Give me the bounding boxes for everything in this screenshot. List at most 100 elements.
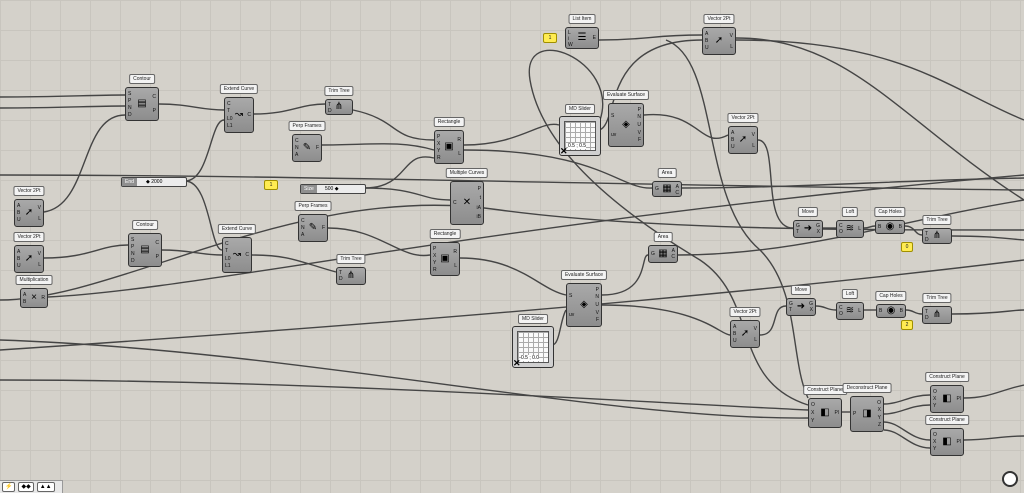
input-port[interactable]: S (131, 237, 135, 243)
input-port[interactable]: A (17, 203, 21, 209)
status-item[interactable]: ◆◆ (18, 482, 34, 492)
construct-plane-component[interactable]: Construct Plane O X Y ◧ Pl (803, 385, 847, 428)
construct-plane-component[interactable]: Construct Plane O X Y ◧ Pl (925, 415, 969, 456)
output-port[interactable]: C (245, 252, 249, 258)
output-port[interactable]: C (155, 240, 159, 246)
input-port[interactable]: C (453, 200, 457, 206)
input-port[interactable]: P (128, 98, 132, 104)
contour-component[interactable]: Contour S P N D ▤ C P (128, 220, 162, 267)
wire[interactable] (735, 37, 1024, 201)
input-port[interactable]: G (651, 251, 655, 257)
input-port[interactable]: B (705, 38, 709, 44)
input-port[interactable]: T (227, 108, 233, 114)
output-port[interactable]: L (754, 337, 757, 343)
input-port[interactable]: uv (611, 132, 616, 138)
contour-component[interactable]: Contour S P N D ▤ C P (125, 74, 159, 121)
wire[interactable] (184, 180, 223, 251)
output-port[interactable]: L (858, 226, 861, 232)
vector-2pt-component[interactable]: Vector 2Pt A B U ➚ V L (702, 14, 736, 55)
panel-trim-depth[interactable]: 2 (901, 320, 913, 330)
number-slider-size[interactable]: Size 500 ◆ (300, 184, 366, 194)
output-port[interactable]: B (899, 224, 902, 230)
input-port[interactable]: N (128, 105, 132, 111)
output-port[interactable]: N (637, 114, 641, 120)
input-port[interactable]: T (789, 307, 793, 313)
output-port[interactable]: R (41, 295, 45, 301)
wire[interactable] (757, 139, 794, 229)
move-component[interactable]: Move G T ➜ G X (793, 207, 823, 238)
wire[interactable] (601, 254, 649, 296)
input-port[interactable]: O (933, 389, 937, 395)
component-body[interactable]: G ▦ A C (652, 181, 682, 197)
input-port[interactable]: uv (569, 312, 574, 318)
area-component[interactable]: Area G ▦ A C (652, 168, 682, 197)
input-port[interactable]: Y (437, 148, 441, 154)
input-port[interactable]: U (705, 45, 709, 51)
wire[interactable] (321, 143, 435, 151)
input-port[interactable]: X (811, 410, 815, 416)
input-port[interactable]: A (733, 324, 737, 330)
vector-2pt-component[interactable]: Vector 2Pt A B U ➚ V L (13, 232, 45, 273)
output-port[interactable]: Pl (957, 396, 961, 402)
input-port[interactable]: X (433, 253, 437, 259)
input-port[interactable]: C (301, 218, 305, 224)
input-port[interactable]: L0 (227, 116, 233, 122)
component-body[interactable]: C T L0 L1 ↝ C (224, 97, 254, 133)
input-port[interactable]: B (879, 308, 882, 314)
wire[interactable] (643, 113, 729, 140)
output-port[interactable]: P (155, 254, 159, 260)
output-port[interactable]: P (152, 108, 156, 114)
wire[interactable] (735, 39, 1024, 121)
output-port[interactable]: iA (477, 205, 481, 211)
input-port[interactable]: P (853, 411, 856, 417)
component-body[interactable]: A B U ➚ V L (730, 320, 760, 348)
input-port[interactable]: T (225, 248, 231, 254)
output-port[interactable]: L (858, 308, 861, 314)
input-port[interactable]: B (878, 224, 881, 230)
input-port[interactable]: O (811, 402, 815, 408)
output-port[interactable]: X (809, 307, 813, 313)
input-port[interactable]: L0 (225, 256, 231, 262)
output-port[interactable]: F (637, 137, 641, 143)
component-body[interactable]: T D ⋔ (336, 267, 366, 285)
extend-curve-component[interactable]: Extend Curve C T L0 L1 ↝ C (217, 224, 257, 273)
input-port[interactable]: N (295, 145, 299, 151)
input-port[interactable]: D (925, 237, 929, 243)
wire[interactable] (47, 174, 1024, 298)
input-port[interactable]: A (301, 232, 305, 238)
input-port[interactable]: S (569, 293, 574, 299)
output-port[interactable]: V (754, 326, 757, 332)
output-port[interactable]: N (595, 294, 599, 300)
input-port[interactable]: O (839, 229, 843, 235)
input-port[interactable]: X (437, 141, 441, 147)
component-body[interactable]: A B U ➚ V L (14, 199, 44, 227)
input-port[interactable]: S (128, 91, 132, 97)
output-port[interactable]: B (900, 308, 903, 314)
output-port[interactable]: R (453, 249, 457, 255)
extend-curve-component[interactable]: Extend Curve C T L0 L1 ↝ C (219, 84, 259, 133)
evaluate-surface-component[interactable]: Evaluate Surface Suv ◈ P N U V F (560, 270, 608, 327)
input-port[interactable]: C (225, 241, 231, 247)
wire[interactable] (963, 435, 1024, 441)
output-port[interactable]: Z (877, 422, 881, 428)
cap-holes-component[interactable]: Cap Holes B ◉ B (874, 207, 906, 234)
md-slider[interactable]: MD Slider 0.5 ; 0.0 ✕ (512, 314, 554, 368)
input-port[interactable]: P (131, 244, 135, 250)
status-item[interactable]: ⚡ (2, 482, 16, 492)
component-body[interactable]: S P N D ▤ C P (125, 87, 159, 121)
input-port[interactable]: N (301, 225, 305, 231)
input-port[interactable]: O (933, 432, 937, 438)
wire[interactable] (963, 384, 1024, 399)
output-port[interactable]: O (877, 400, 881, 406)
output-port[interactable]: V (38, 251, 41, 257)
component-body[interactable]: A B U ➚ V L (728, 126, 758, 154)
perp-frames-component[interactable]: Perp Frames C N A ✎ F (288, 121, 326, 162)
component-body[interactable]: A B U ➚ V L (14, 245, 44, 273)
component-body[interactable]: T D ⋔ (325, 99, 353, 115)
rectangle-component[interactable]: Rectangle P X Y R ▣ R L (429, 229, 461, 276)
cap-holes-component[interactable]: Cap Holes B ◉ B (875, 291, 907, 318)
wire[interactable] (883, 404, 931, 415)
output-port[interactable]: L (453, 263, 457, 269)
input-port[interactable]: W (568, 42, 573, 48)
grasshopper-canvas[interactable]: Contour S P N D ▤ C P Extend Curve C T L0 L1 ↝ C Trim… (0, 0, 1024, 493)
